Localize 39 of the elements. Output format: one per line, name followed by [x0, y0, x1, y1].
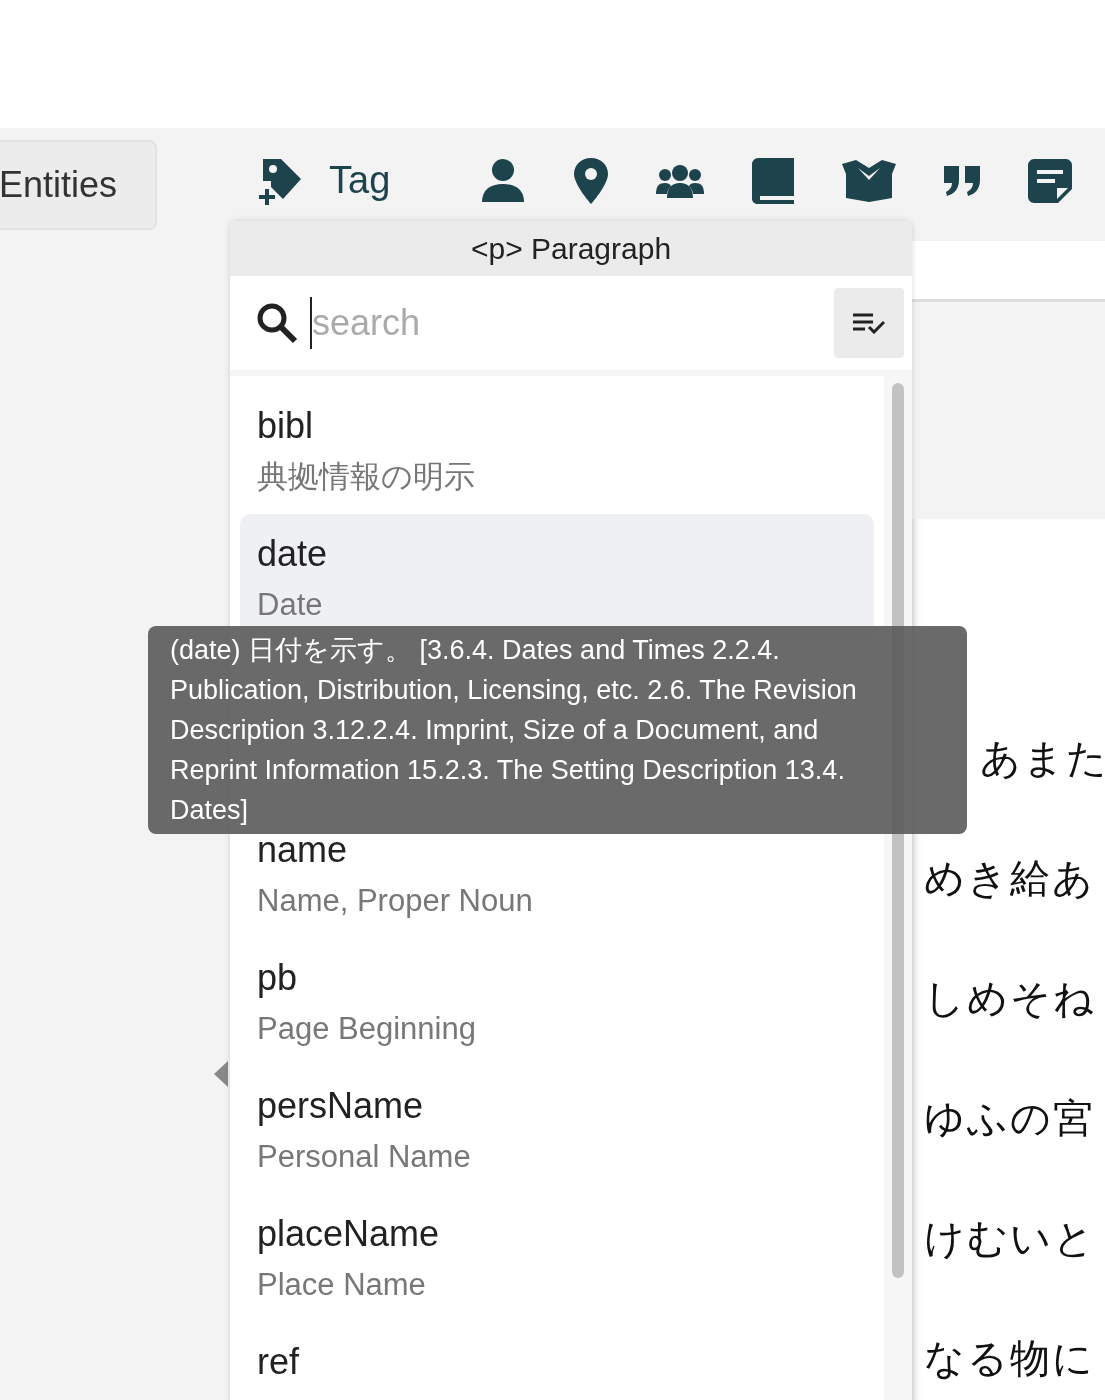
element-list-item[interactable]: ref [240, 1322, 874, 1400]
element-description: 典拠情報の明示 [257, 458, 476, 496]
sort-check-icon [853, 312, 885, 334]
text-line: なる物に [924, 1335, 1096, 1383]
element-description: Page Beginning [257, 1010, 477, 1048]
element-list-item[interactable]: bibl 典拠情報の明示 [240, 386, 874, 514]
text-line: しめそね [924, 975, 1097, 1023]
open-box-icon[interactable] [842, 159, 897, 202]
element-name: ref [257, 1340, 300, 1384]
element-name: persName [257, 1084, 425, 1128]
element-name: pb [257, 956, 299, 1000]
group-icon[interactable] [656, 163, 705, 198]
collapse-caret-icon[interactable] [214, 1061, 228, 1087]
tooltip: (date) 日付を示す。 [3.6.4. Dates and Times 2.2.4. Publication, Distribution, Licensing, etc. 2.6. The Revision Description 3.12.2.4. Imprint, Size of a Document, and Reprint Information 15.2.3. The Setting Description 13.4. Dates] [148, 626, 967, 834]
person-icon[interactable] [480, 157, 527, 204]
map-pin-icon[interactable] [574, 157, 609, 204]
book-icon[interactable] [752, 157, 795, 204]
dropdown-title: <p> Paragraph [230, 221, 912, 276]
element-description: Personal Name [257, 1138, 472, 1176]
tag-button[interactable]: Tag [257, 156, 391, 205]
entities-button[interactable]: Entities [0, 139, 157, 230]
element-list-item[interactable]: persName Personal Name [240, 1066, 874, 1194]
element-description: Name, Proper Noun [257, 882, 534, 920]
element-list-item[interactable]: pb Page Beginning [240, 938, 874, 1066]
element-name: bibl [257, 404, 315, 448]
search-icon [256, 302, 298, 344]
quote-icon[interactable] [944, 165, 981, 196]
sort-button[interactable] [834, 288, 904, 358]
text-line: めき給あ [924, 855, 1096, 903]
text-line: けむいと [924, 1215, 1097, 1263]
element-list-item[interactable]: placeName Place Name [240, 1194, 874, 1322]
search-field[interactable]: search [310, 297, 834, 349]
element-description: Place Name [257, 1266, 427, 1304]
note-icon[interactable] [1028, 158, 1073, 203]
element-name: placeName [257, 1212, 441, 1256]
text-line: ゆふの宮 [924, 1095, 1096, 1143]
element-description: Date [257, 586, 324, 624]
element-name: date [257, 532, 329, 576]
text-line: あまた [979, 735, 1105, 783]
